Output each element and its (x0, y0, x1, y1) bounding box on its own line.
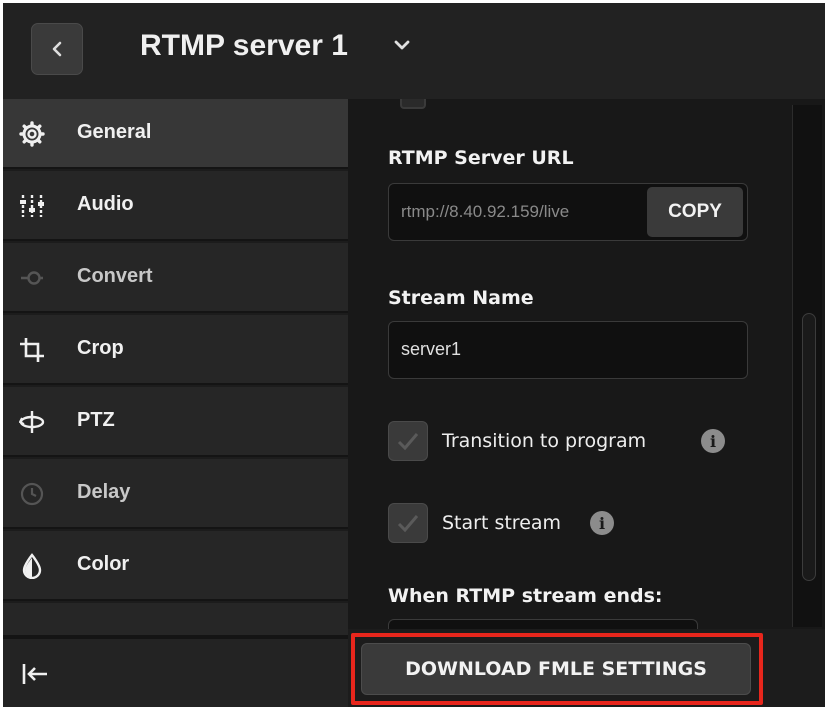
rtmp-url-field[interactable]: rtmp://8.40.92.159/live COPY (388, 183, 748, 241)
ptz-icon (19, 411, 45, 433)
chevron-left-icon (52, 41, 62, 57)
sidebar-item-general[interactable]: General (3, 99, 348, 169)
sidebar-item-label: PTZ (77, 409, 115, 431)
sidebar-item-label: Convert (77, 265, 153, 287)
stream-ends-select[interactable] (388, 619, 698, 629)
collapse-left-icon (22, 664, 47, 684)
stream-name-label: Stream Name (388, 287, 534, 309)
chevron-down-icon[interactable] (390, 33, 414, 57)
checkmark-icon (397, 433, 419, 451)
sidebar: General Audio Convert Crop PTZ Delay Col… (3, 99, 348, 707)
sidebar-item-color[interactable]: Color (3, 531, 348, 601)
footer: DOWNLOAD FMLE SETTINGS (348, 629, 825, 707)
collapse-sidebar-button[interactable] (3, 637, 348, 707)
header: RTMP server 1 (3, 3, 825, 99)
sidebar-item-label: Audio (77, 193, 134, 215)
page-title[interactable]: RTMP server 1 (140, 29, 348, 63)
sidebar-item-label: Crop (77, 337, 124, 359)
checkmark-icon (397, 515, 419, 533)
sidebar-spacer (3, 603, 348, 637)
droplet-icon (22, 553, 42, 579)
sidebar-item-label: General (77, 121, 152, 143)
gear-icon (19, 121, 45, 147)
clock-icon (20, 482, 44, 506)
transition-label: Transition to program (442, 430, 647, 452)
start-stream-checkbox[interactable] (388, 503, 428, 543)
app-window: RTMP server 1 General Audio Convert Crop… (3, 3, 825, 707)
partial-checkbox[interactable] (400, 99, 426, 109)
settings-panel[interactable]: RTMP Server URL rtmp://8.40.92.159/live … (348, 99, 825, 629)
sidebar-item-audio[interactable]: Audio (3, 171, 348, 241)
start-stream-label: Start stream (442, 512, 562, 534)
stream-name-input[interactable]: server1 (388, 321, 748, 379)
transition-checkbox[interactable] (388, 421, 428, 461)
transition-to-program-row: Transition to program i (388, 421, 768, 463)
scrollbar-thumb[interactable] (802, 313, 816, 581)
convert-icon (21, 271, 43, 285)
sidebar-item-label: Delay (77, 481, 131, 503)
rtmp-url-label: RTMP Server URL (388, 147, 574, 169)
sidebar-item-delay[interactable]: Delay (3, 459, 348, 529)
rtmp-url-value: rtmp://8.40.92.159/live (401, 202, 570, 221)
sidebar-item-label: Color (77, 553, 130, 575)
info-icon[interactable]: i (590, 511, 614, 535)
stream-ends-label: When RTMP stream ends: (388, 585, 663, 607)
back-button[interactable] (31, 23, 83, 75)
sidebar-item-convert[interactable]: Convert (3, 243, 348, 313)
sidebar-item-ptz[interactable]: PTZ (3, 387, 348, 457)
audio-mixer-icon (20, 195, 44, 217)
sidebar-item-crop[interactable]: Crop (3, 315, 348, 385)
copy-button[interactable]: COPY (647, 187, 743, 237)
start-stream-row: Start stream i (388, 503, 688, 545)
download-fmle-settings-button[interactable]: DOWNLOAD FMLE SETTINGS (361, 643, 751, 695)
info-icon[interactable]: i (701, 429, 725, 453)
crop-icon (20, 338, 44, 362)
